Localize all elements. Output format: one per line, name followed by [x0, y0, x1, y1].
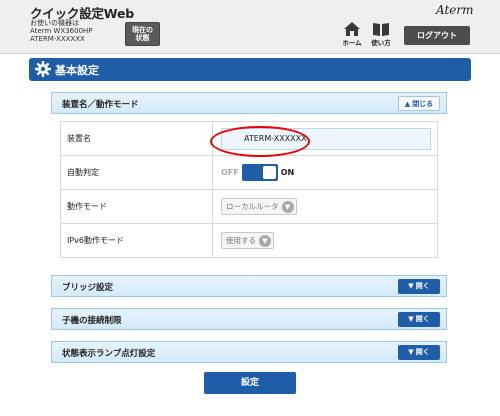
open-label: 開く [415, 282, 430, 290]
ipv6-label: IPv6動作モード [60, 223, 213, 258]
book-icon [373, 23, 389, 36]
mode-select[interactable]: ローカルルータ ▼ [221, 198, 297, 215]
section-child-limit-title: 子機の接続制限 [62, 316, 122, 326]
toggle-track [241, 164, 278, 181]
device-info-caption: お使いの機器は [30, 19, 79, 27]
howto-nav[interactable]: 使い方 [367, 22, 395, 50]
chevron-up-icon: ▲ [404, 100, 411, 108]
section-bridge: ブリッジ設定 ▼ 開く [51, 275, 447, 297]
auto-detect-cell: OFF ON [212, 155, 438, 190]
mode-label: 動作モード [60, 189, 213, 224]
brand-logo: Aterm [436, 3, 474, 17]
auto-detect-label: 自動判定 [60, 155, 213, 190]
home-label: ホーム [342, 39, 362, 47]
open-label: 開く [415, 348, 430, 356]
section-lamp: 状態表示ランプ点灯設定 ▼ 開く [51, 341, 447, 363]
mode-select-value: ローカルルータ [226, 202, 279, 211]
apply-settings-button[interactable]: 設定 [204, 372, 296, 394]
chevron-down-icon: ▼ [408, 348, 414, 356]
toggle-on-label: ON [280, 168, 295, 177]
settings-table: 装置名 ATERM-XXXXXX 自動判定 OFF ON 動作モード ローカルル… [60, 121, 438, 258]
auto-detect-toggle[interactable]: OFF ON [221, 164, 294, 181]
toggle-off-label: OFF [221, 168, 239, 177]
logout-button[interactable]: ログアウト [404, 26, 470, 45]
ipv6-select[interactable]: 使用する ▼ [221, 232, 274, 249]
app-header: クイック設定Web お使いの機器は Aterm WX3600HP ATERM-X… [0, 0, 500, 54]
section-child-limit-open-button[interactable]: ▼ 開く [398, 312, 440, 327]
device-name-cell: ATERM-XXXXXX [212, 121, 438, 156]
section-lamp-open-button[interactable]: ▼ 開く [398, 345, 440, 360]
section-device-mode-close-button[interactable]: ▲ 閉じる [398, 96, 440, 111]
section-bridge-title: ブリッジ設定 [62, 283, 114, 293]
device-name-label: 装置名 [60, 121, 213, 156]
chevron-down-icon: ▼ [408, 282, 414, 290]
chevron-down-icon: ▼ [259, 234, 271, 247]
section-bridge-open-button[interactable]: ▼ 開く [398, 279, 440, 294]
section-lamp-title: 状態表示ランプ点灯設定 [62, 349, 156, 359]
section-device-mode: 装置名／動作モード ▲ 閉じる [51, 92, 447, 114]
mode-cell: ローカルルータ ▼ [212, 189, 438, 224]
device-model: Aterm WX3600HP [30, 27, 93, 35]
section-device-mode-title: 装置名／動作モード [62, 100, 139, 110]
table-row: 装置名 ATERM-XXXXXX [60, 121, 438, 156]
close-label: 閉じる [412, 100, 434, 108]
section-child-limit: 子機の接続制限 ▼ 開く [51, 308, 447, 330]
table-row: 動作モード ローカルルータ ▼ [60, 189, 438, 224]
open-label: 開く [415, 315, 430, 323]
device-hostname: ATERM-XXXXXX [30, 35, 85, 43]
home-icon [344, 22, 360, 36]
device-name-input[interactable]: ATERM-XXXXXX [221, 127, 431, 150]
table-row: 自動判定 OFF ON [60, 155, 438, 190]
page-title: 基本設定 [55, 64, 99, 77]
gear-icon [35, 61, 51, 77]
chevron-down-icon: ▼ [408, 315, 414, 323]
status-button-line2: 状態 [135, 34, 150, 42]
table-row: IPv6動作モード 使用する ▼ [60, 223, 438, 258]
ipv6-select-value: 使用する [226, 236, 256, 245]
howto-label: 使い方 [371, 39, 391, 47]
status-button-line1: 現在の [132, 26, 153, 34]
home-nav[interactable]: ホーム [338, 22, 366, 50]
chevron-down-icon: ▼ [281, 200, 294, 213]
device-info: お使いの機器は Aterm WX3600HP ATERM-XXXXXX [30, 19, 93, 43]
ipv6-cell: 使用する ▼ [212, 223, 438, 258]
current-status-button[interactable]: 現在の 状態 [125, 22, 160, 46]
page-title-bar: 基本設定 [29, 58, 471, 81]
toggle-knob [262, 166, 276, 179]
